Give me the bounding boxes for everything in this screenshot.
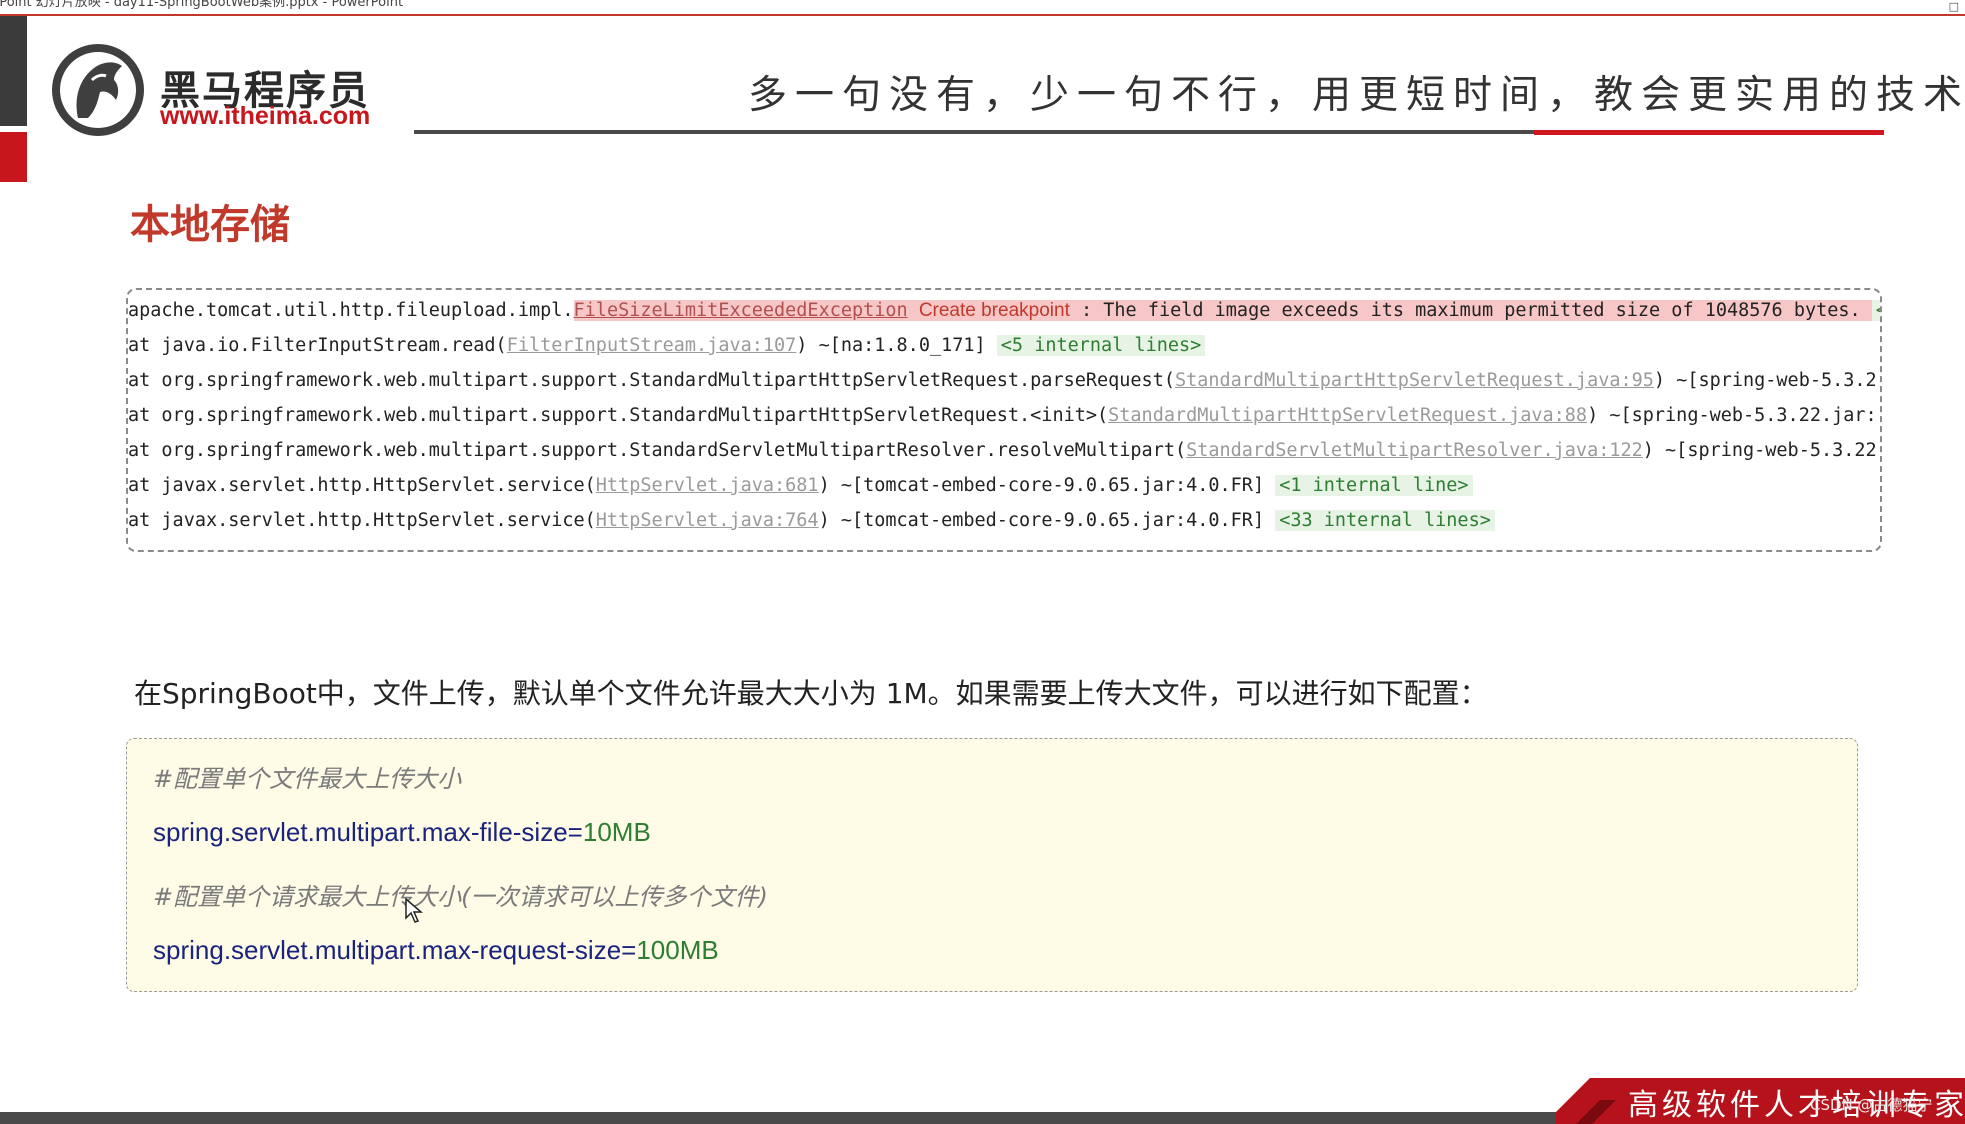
console-line: at org.springframework.web.multipart.sup…: [128, 365, 1877, 397]
error-message: : The field image exceeds its maximum pe…: [1069, 300, 1861, 321]
source-link[interactable]: StandardMultipartHttpServletRequest.java…: [1108, 405, 1587, 426]
config-value: 10MB: [582, 817, 651, 847]
window-title: rPoint 幻灯片放映 - day11-SpringBootWeb案例.ppt…: [0, 0, 404, 10]
header-divider: [414, 130, 1534, 134]
console-text: at org.springframework.web.multipart.sup…: [128, 405, 1109, 426]
side-accent-dark: [0, 16, 27, 126]
console-text: ) ~[spring-web-5.3.22.jar:: [1587, 405, 1877, 426]
internal-lines-badge[interactable]: <5 internal lines>: [996, 335, 1206, 356]
brand-logo: 黑马程序员 www.itheima.com: [48, 40, 388, 140]
source-link[interactable]: StandardServletMultipartResolver.java:12…: [1186, 440, 1643, 461]
source-link[interactable]: HttpServlet.java:764: [596, 510, 819, 531]
console-line: at org.springframework.web.multipart.sup…: [128, 400, 1877, 432]
console-badge: <: [1871, 300, 1880, 321]
config-comment: #配置单个文件最大上传大小: [153, 765, 462, 793]
exception-link[interactable]: FileSizeLimitExceededException: [574, 300, 908, 321]
console-text: ) ~[spring-web-5.3.2: [1653, 370, 1877, 391]
source-link[interactable]: HttpServlet.java:681: [596, 475, 819, 496]
console-text: at org.springframework.web.multipart.sup…: [128, 370, 1175, 391]
console-line: at org.springframework.web.multipart.sup…: [128, 435, 1877, 467]
page-title: 本地存储: [130, 202, 290, 248]
console-text: apache.tomcat.util.http.fileupload.impl.: [128, 300, 574, 321]
console-line: apache.tomcat.util.http.fileupload.impl.…: [128, 295, 1880, 327]
config-key: spring.servlet.multipart.max-file-size: [153, 817, 568, 847]
window-titlebar: rPoint 幻灯片放映 - day11-SpringBootWeb案例.ppt…: [0, 0, 1965, 16]
source-link[interactable]: FilterInputStream.java:107: [507, 335, 797, 356]
config-entry: spring.servlet.multipart.max-file-size=1…: [153, 817, 651, 848]
slogan: 多一句没有，少一句不行，用更短时间，教会更实用的技术！: [748, 73, 1965, 118]
console-line: at javax.servlet.http.HttpServlet.servic…: [128, 505, 1495, 537]
console-text: ) ~[na:1.8.0_171]: [796, 335, 997, 356]
config-value: 100MB: [636, 935, 719, 965]
config-comment: #配置单个请求最大上传大小(一次请求可以上传多个文件): [153, 883, 768, 911]
config-key: spring.servlet.multipart.max-request-siz…: [153, 935, 622, 965]
config-equals: =: [621, 935, 637, 965]
internal-lines-badge[interactable]: <33 internal lines>: [1275, 510, 1495, 531]
console-text: ) ~[spring-web-5.3.22: [1642, 440, 1877, 461]
console-text: at java.io.FilterInputStream.read(: [128, 335, 507, 356]
header-divider-accent: [1534, 130, 1884, 135]
mouse-cursor-icon: [405, 898, 423, 923]
console-text: ) ~[tomcat-embed-core-9.0.65.jar:4.0.FR]: [818, 475, 1276, 496]
console-text: ) ~[tomcat-embed-core-9.0.65.jar:4.0.FR]: [818, 510, 1276, 531]
watermark: CSDN @古德猫宁: [1810, 1096, 1933, 1114]
side-accent-red: [0, 132, 27, 182]
console-line: at java.io.FilterInputStream.read(Filter…: [128, 330, 1206, 362]
source-link[interactable]: StandardMultipartHttpServletRequest.java…: [1175, 370, 1654, 391]
console-text: at javax.servlet.http.HttpServlet.servic…: [128, 510, 596, 531]
horse-logo-icon: [52, 44, 144, 136]
console-output: apache.tomcat.util.http.fileupload.impl.…: [126, 288, 1882, 552]
config-equals: =: [567, 817, 583, 847]
internal-lines-badge[interactable]: <1 internal line>: [1275, 475, 1473, 496]
console-line: at javax.servlet.http.HttpServlet.servic…: [128, 470, 1473, 502]
window-restore-icon[interactable]: □: [1949, 1, 1959, 13]
create-breakpoint-link[interactable]: Create breakpoint: [919, 300, 1070, 321]
config-entry: spring.servlet.multipart.max-request-siz…: [153, 935, 719, 966]
console-text: at javax.servlet.http.HttpServlet.servic…: [128, 475, 596, 496]
config-box: #配置单个文件最大上传大小 spring.servlet.multipart.m…: [126, 738, 1858, 992]
description-text: 在SpringBoot中，文件上传，默认单个文件允许最大大小为 1M。如果需要上…: [134, 677, 1488, 710]
brand-url: www.itheima.com: [160, 102, 371, 130]
console-text: at org.springframework.web.multipart.sup…: [128, 440, 1187, 461]
